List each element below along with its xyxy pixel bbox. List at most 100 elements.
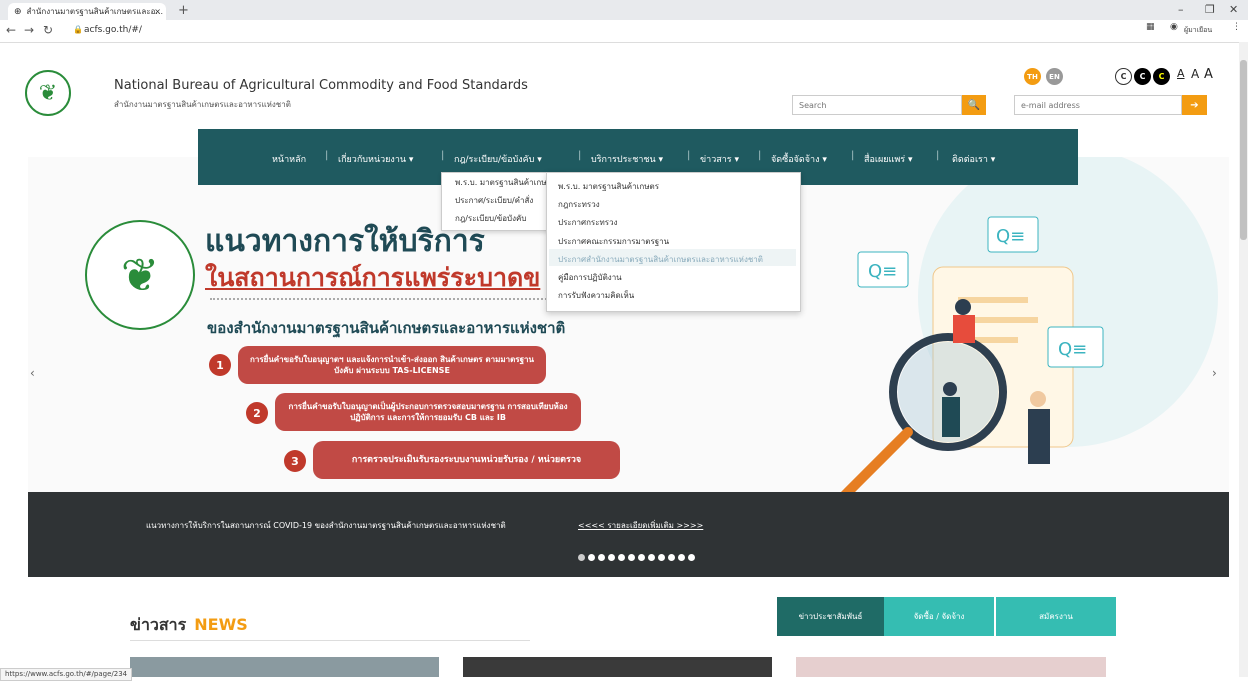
nav-item-services[interactable]: บริการประชาชน ▾ [591,152,663,166]
nav-separator: | [325,150,329,161]
nav-item-contact[interactable]: ติดต่อเรา ▾ [952,152,995,166]
slider-dot[interactable] [638,554,645,561]
banner-heading-3: ของสำนักงานมาตรฐานสินค้าเกษตรและอาหารแห่… [207,319,566,337]
step-1-number: 1 [209,354,231,376]
forward-arrow-icon[interactable]: → [24,23,34,37]
slider-dot[interactable] [668,554,675,561]
person-head [1030,391,1046,407]
close-window-icon[interactable]: ✕ [1229,3,1238,16]
new-tab-button[interactable]: + [178,4,189,18]
reload-icon[interactable]: ↻ [43,23,53,37]
news-thumbnail[interactable] [130,657,439,677]
nav-item-media[interactable]: สื่อเผยแพร่ ▾ [864,152,912,166]
person-head [943,382,957,396]
banner-heading-2: ในสถานการณ์การแพร่ระบาดข [205,263,541,292]
step-2-button[interactable]: การยื่นคำขอรับใบอนุญาตเป็นผู้ประกอบการตร… [275,393,581,431]
email-field[interactable] [1014,95,1182,115]
news-title-underline [130,640,530,641]
submenu-item[interactable]: กฎกระทรวง [558,198,600,211]
person-body [953,315,975,343]
nav-item-news[interactable]: ข่าวสาร ▾ [700,152,739,166]
url-text[interactable]: acfs.go.th/#/ [84,25,142,35]
step-1-button[interactable]: การยื่นคำขอรับใบอนุญาตฯ และแจ้งการนำเข้า… [238,346,546,384]
slider-dot[interactable] [578,554,585,561]
slider-dot[interactable] [688,554,695,561]
browser-tab-title: สำนักงานมาตรฐานสินค้าเกษตรและอ... [26,7,164,16]
lang-th-button[interactable]: TH [1024,68,1041,85]
nav-item-about[interactable]: เกี่ยวกับหน่วยงาน ▾ [338,152,413,166]
tab-procurement[interactable]: จัดซื้อ / จัดจ้าง [884,597,994,636]
site-title: National Bureau of Agricultural Commodit… [114,78,528,93]
submenu-item[interactable]: การรับฟังความคิดเห็น [558,289,634,302]
news-title-th: ข่าวสาร [130,615,187,634]
banner-ticker [28,492,1229,577]
slider-dot[interactable] [678,554,685,561]
step-2-number: 2 [246,402,268,424]
submenu-item-active[interactable]: ประกาศสำนักงานมาตรฐานสินค้าเกษตรและอาหาร… [558,253,763,266]
contrast-normal-button[interactable]: C [1115,68,1132,85]
step-3-button[interactable]: การตรวจประเมินรับรองระบบงานหน่วยรับรอง /… [313,441,620,479]
nav-item-regulations[interactable]: กฎ/ระเบียบ/ข้อบังคับ ▾ [454,152,542,166]
step-3-number: 3 [284,450,306,472]
minimize-icon[interactable]: – [1178,3,1184,16]
font-size-small-button[interactable]: A [1177,67,1185,80]
restore-icon[interactable]: ❐ [1205,3,1215,16]
nav-separator: | [936,150,940,161]
slider-prev-arrow[interactable]: ‹ [30,366,35,380]
ticker-more-link[interactable]: <<<< รายละเอียดเพิ่มเติม >>>> [578,519,703,532]
submenu-item[interactable]: ประกาศคณะกรรมการมาตรฐาน [558,235,669,248]
slider-dot[interactable] [628,554,635,561]
person-head [955,299,971,315]
contrast-yellow-button[interactable]: C [1153,68,1170,85]
slider-dot[interactable] [658,554,665,561]
banner-divider [210,298,590,300]
font-size-medium-button[interactable]: A [1191,67,1199,81]
news-thumbnail[interactable] [463,657,772,677]
submenu-item[interactable]: ประกาศกระทรวง [558,216,618,229]
banner-seal-logo: ❦ [85,220,195,330]
slider-dot[interactable] [618,554,625,561]
profile-avatar-icon[interactable]: ◉ [1170,22,1178,32]
nav-item-procurement[interactable]: จัดซื้อจัดจ้าง ▾ [771,152,827,166]
submenu-item[interactable]: พ.ร.บ. มาตรฐานสินค้าเกษตร [558,180,659,193]
browser-tab[interactable]: ⊕ สำนักงานมาตรฐานสินค้าเกษตรและอ... × [8,3,166,20]
slider-dot[interactable] [608,554,615,561]
nav-separator: | [758,150,762,161]
slider-dot[interactable] [588,554,595,561]
tab-press-release[interactable]: ข่าวประชาสัมพันธ์ [777,597,884,636]
q-card-glyph: Q≡ [868,261,897,282]
magnifier-handle [838,427,913,502]
nav-separator: | [851,150,855,161]
font-size-large-button[interactable]: A [1204,67,1213,82]
status-bar-url: https://www.acfs.go.th/#/page/234 [0,668,133,681]
search-icon[interactable]: 🔍 [962,95,986,115]
person-body [1028,409,1050,464]
extension-icon[interactable]: ▦ [1146,22,1155,32]
tab-close-button[interactable]: × [154,3,161,20]
news-thumbnail[interactable] [796,657,1106,677]
slider-dot[interactable] [648,554,655,561]
back-arrow-icon[interactable]: ← [6,23,16,37]
slider-dot[interactable] [598,554,605,561]
news-section-title: ข่าวสาร NEWS [130,613,248,638]
person-body [942,397,960,437]
more-menu-icon[interactable]: ⋮ [1232,22,1241,32]
site-subtitle: สำนักงานมาตรฐานสินค้าเกษตรและอาหารแห่งชา… [114,100,291,109]
address-bar [0,20,1248,43]
scrollbar-thumb[interactable] [1240,60,1247,240]
globe-icon: ⊕ [14,7,22,17]
lock-icon: 🔒 [73,25,83,34]
arrow-right-icon[interactable]: ➔ [1182,95,1207,115]
slider-next-arrow[interactable]: › [1212,366,1217,380]
ticker-text: แนวทางการให้บริการในสถานการณ์ COVID-19 ข… [146,521,506,530]
q-card-glyph: Q≡ [996,226,1025,247]
nav-item-home[interactable]: หน้าหลัก [272,152,306,166]
lang-en-button[interactable]: EN [1046,68,1063,85]
news-title-en: NEWS [194,615,248,634]
profile-label[interactable]: ผู้มาเยือน [1184,25,1212,36]
search-input[interactable] [792,95,962,115]
contrast-dark-button[interactable]: C [1134,68,1151,85]
site-logo[interactable]: ❦ [25,70,71,116]
tab-jobs[interactable]: สมัครงาน [996,597,1116,636]
submenu-item[interactable]: คู่มือการปฏิบัติงาน [558,271,622,284]
